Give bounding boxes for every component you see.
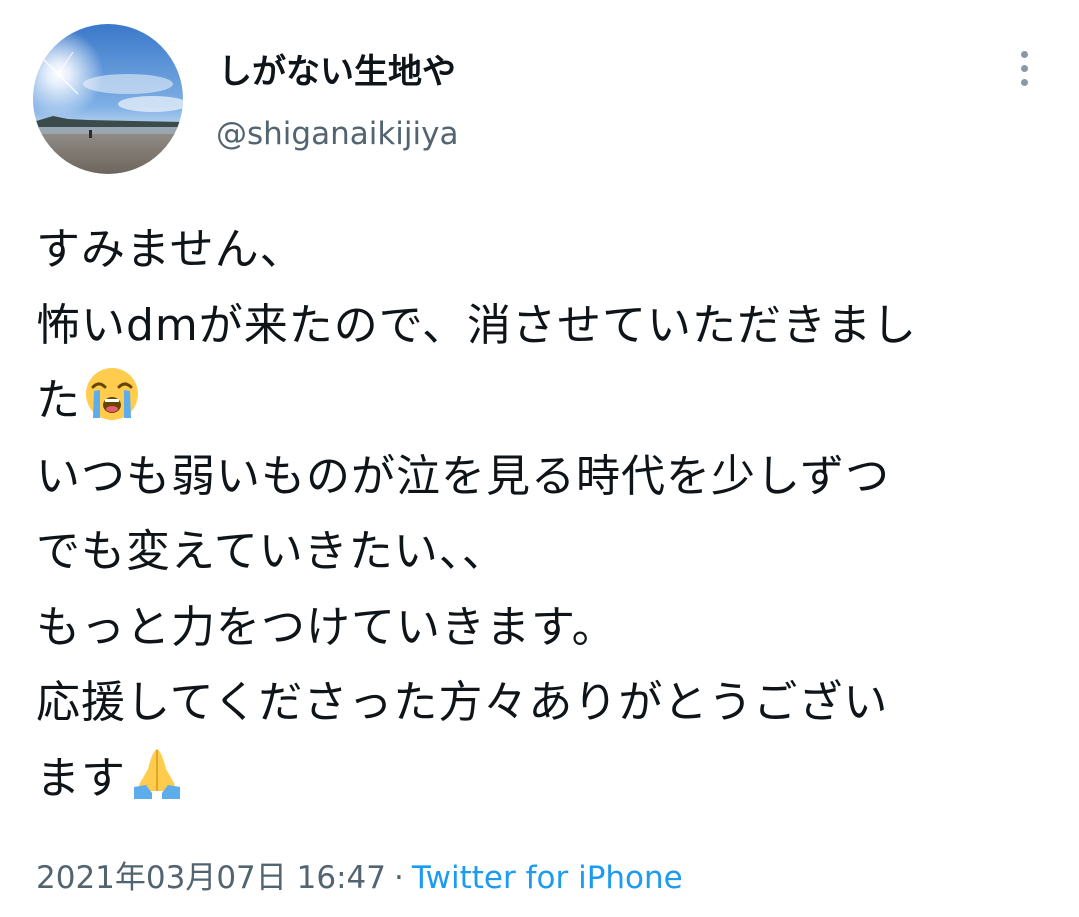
tweet-line: いつも弱いものが泣を見る時代を少しずつ xyxy=(36,450,891,502)
more-vertical-icon-dot xyxy=(1020,78,1028,86)
display-name[interactable]: しがない生地や xyxy=(218,44,456,93)
more-options-button[interactable] xyxy=(1004,46,1044,90)
tweet-timestamp[interactable]: 2021年03月07日 16:47 xyxy=(36,860,386,896)
tweet-card: しがない生地や @shiganaikijiya すみません、 怖いdmが来たので… xyxy=(0,0,1079,917)
tweet-line: もっと力をつけていきます。 xyxy=(36,601,617,653)
beach-sky-photo-avatar-icon xyxy=(33,24,183,174)
folded-hands-emoji-icon xyxy=(134,748,180,799)
tweet-line: た xyxy=(36,363,1056,439)
more-vertical-icon xyxy=(1020,50,1028,58)
user-handle[interactable]: @shiganaikijiya xyxy=(216,116,458,152)
tweet-source-link[interactable]: Twitter for iPhone xyxy=(412,860,683,896)
tweet-line: でも変えていきたい、、 xyxy=(36,526,507,577)
tweet-meta: 2021年03月07日 16:47 · Twitter for iPhone xyxy=(36,852,683,897)
tweet-line: ます xyxy=(36,741,1056,817)
tweet-line: 怖いdmが来たので、消させていただきまし xyxy=(36,299,918,351)
more-vertical-icon-dot xyxy=(1020,64,1028,72)
tweet-line: すみません、 xyxy=(36,224,305,275)
meta-separator: · xyxy=(393,860,404,896)
loudly-crying-face-emoji-icon xyxy=(86,368,138,420)
tweet-text: すみません、 怖いdmが来たので、消させていただきまし た いつも弱いものが泣を… xyxy=(36,212,1056,816)
avatar[interactable] xyxy=(33,24,183,174)
tweet-line: 応援してくださった方々ありがとうござい xyxy=(36,677,889,728)
